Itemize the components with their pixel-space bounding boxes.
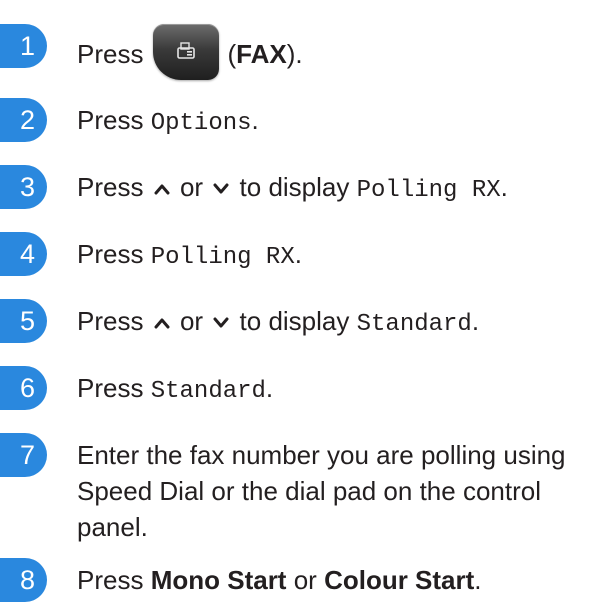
step-text: Press (FAX). — [77, 24, 303, 84]
step-number: 1 — [0, 24, 47, 68]
step-end: . — [251, 105, 259, 135]
step-text-or: or — [179, 172, 204, 202]
lcd-option-label: Polling RX — [356, 177, 501, 204]
step-text-press: Press — [77, 306, 144, 336]
lcd-option-label: Standard — [150, 378, 266, 405]
step-end: . — [500, 172, 508, 202]
step-end: . — [474, 565, 482, 595]
lcd-option-label: Standard — [356, 311, 472, 338]
step-text-press: Press — [77, 172, 144, 202]
step-text-press: Press — [77, 105, 144, 135]
chevron-down-icon — [210, 304, 232, 338]
step-number: 8 — [0, 558, 47, 602]
chevron-up-icon — [151, 304, 173, 338]
paren-close: ). — [286, 38, 303, 69]
step-text-or: or — [179, 306, 204, 336]
step-number: 6 — [0, 366, 47, 410]
chevron-up-icon — [151, 170, 173, 204]
fax-label: FAX — [236, 38, 287, 69]
step-end: . — [471, 306, 480, 336]
step-text-press: Press — [77, 239, 144, 269]
fax-button[interactable] — [153, 24, 220, 80]
step-text-display: to display — [239, 172, 350, 202]
step-text: Enter the fax number you are polling usi… — [77, 440, 566, 542]
step-text-or: or — [293, 565, 317, 595]
step-text: Press Standard. — [77, 371, 273, 409]
colour-start-label: Colour Start — [324, 565, 475, 595]
step-number: 7 — [0, 433, 47, 477]
step-number: 2 — [0, 98, 47, 142]
step-number: 3 — [0, 165, 47, 209]
step-text-press: Press — [77, 565, 144, 595]
step-number: 5 — [0, 299, 47, 343]
step-text-press: Press — [77, 38, 144, 69]
step-text: Press or to display Standard. — [77, 304, 479, 342]
step-text: Press Options. — [77, 103, 259, 141]
step-text-press: Press — [77, 373, 144, 403]
paren-open: ( — [227, 38, 237, 69]
step-text-display: to display — [239, 306, 350, 336]
step-end: . — [294, 239, 302, 269]
chevron-down-icon — [210, 170, 232, 204]
step-end: . — [265, 373, 274, 403]
lcd-option-label: Options — [150, 110, 252, 137]
step-number: 4 — [0, 232, 47, 276]
mono-start-label: Mono Start — [150, 565, 287, 595]
fax-icon — [177, 42, 196, 59]
lcd-option-label: Polling RX — [150, 244, 295, 271]
step-text: Press or to display Polling RX. — [77, 170, 508, 208]
step-text: Press Mono Start or Colour Start. — [77, 563, 482, 597]
step-text: Press Polling RX. — [77, 237, 302, 275]
